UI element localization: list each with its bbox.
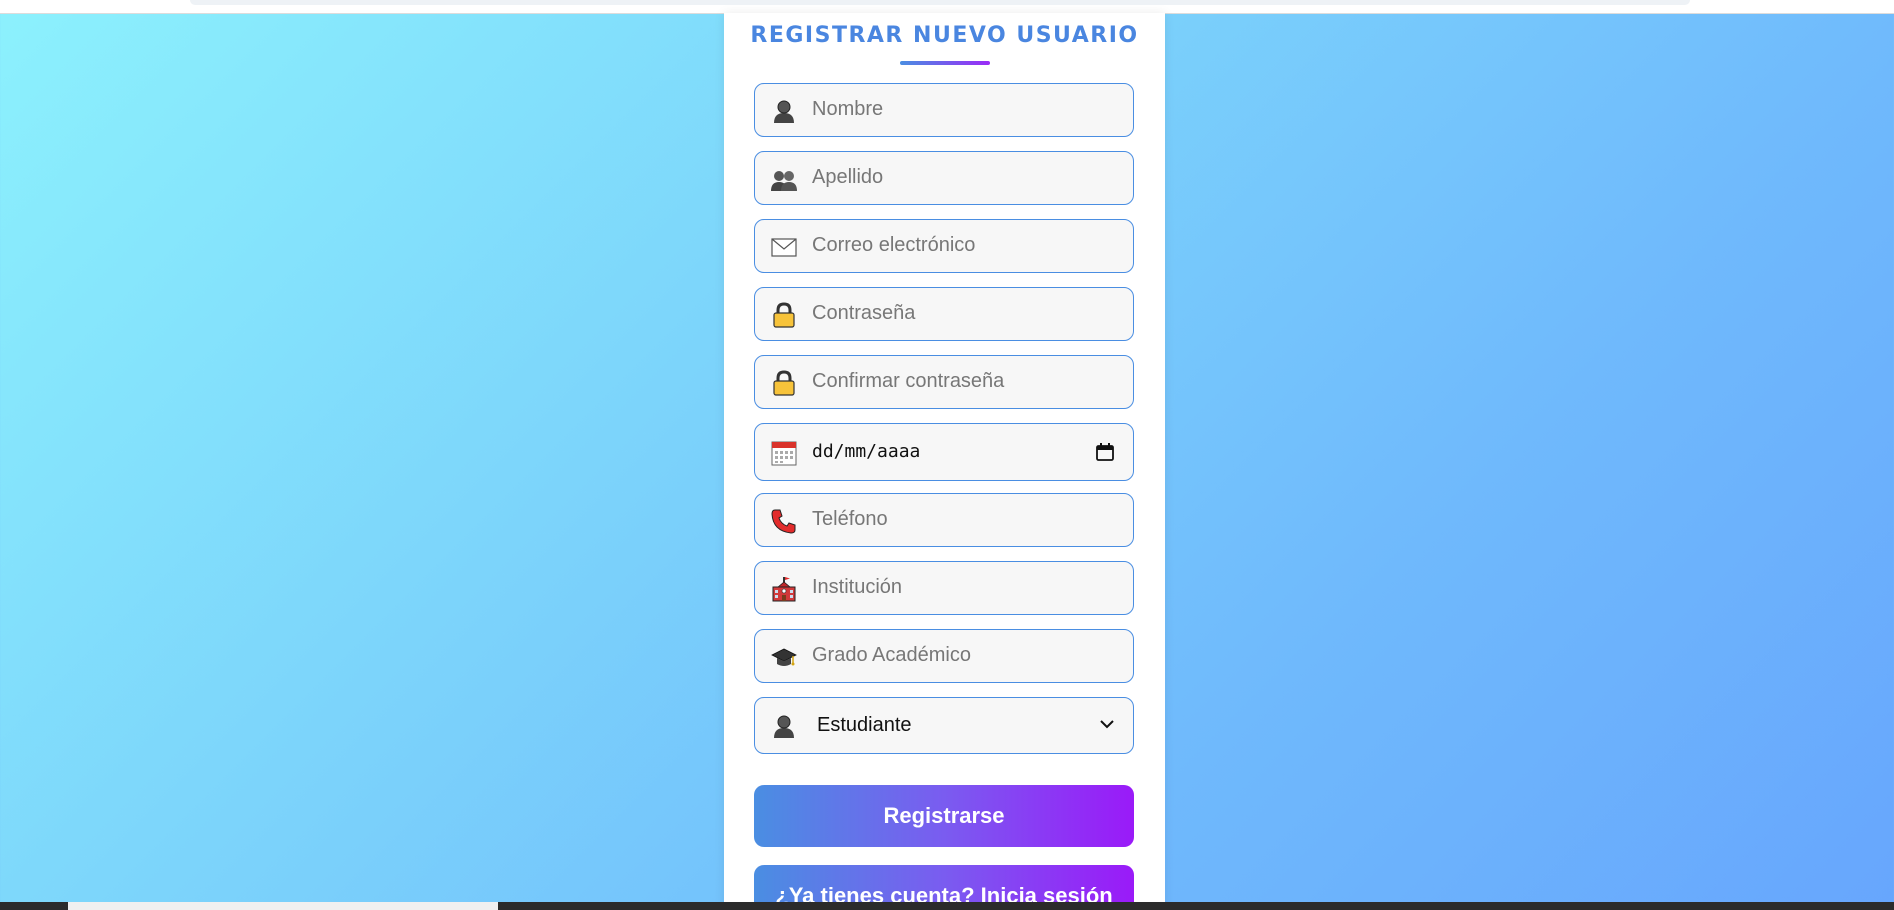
nombre-placeholder: Nombre xyxy=(812,98,884,120)
grado-placeholder: Grado Académico xyxy=(812,644,971,666)
form-title: REGISTRAR NUEVO USUARIO xyxy=(750,23,1139,48)
rol-selected-value: Estudiante xyxy=(817,714,912,736)
correo-placeholder: Correo electrónico xyxy=(812,234,976,256)
grado-academico-field[interactable]: Grado Académico xyxy=(754,629,1134,683)
graduation-cap-icon xyxy=(771,644,797,670)
rol-select[interactable]: Estudiante xyxy=(754,697,1134,754)
telefono-placeholder: Teléfono xyxy=(812,508,888,530)
phone-icon xyxy=(771,508,797,534)
fecha-placeholder: dd/mm/aaaa xyxy=(812,441,921,462)
calendar-icon xyxy=(771,440,797,466)
envelope-icon xyxy=(771,234,797,260)
correo-field[interactable]: Correo electrónico xyxy=(754,219,1134,273)
telefono-field[interactable]: Teléfono xyxy=(754,493,1134,547)
fecha-nacimiento-field[interactable]: dd/mm/aaaa xyxy=(754,423,1134,481)
confirmar-contrasena-field[interactable]: Confirmar contraseña xyxy=(754,355,1134,409)
contrasena-field[interactable]: Contraseña xyxy=(754,287,1134,341)
browser-top-strip xyxy=(0,0,1894,14)
people-icon xyxy=(771,166,797,192)
title-underline xyxy=(900,61,990,65)
contrasena-placeholder: Contraseña xyxy=(812,302,916,324)
register-card: REGISTRAR NUEVO USUARIO Nombre Apellido … xyxy=(724,13,1165,910)
apellido-placeholder: Apellido xyxy=(812,166,884,188)
lock-icon xyxy=(771,370,797,396)
apellido-field[interactable]: Apellido xyxy=(754,151,1134,205)
school-icon xyxy=(771,576,797,602)
institucion-field[interactable]: Institución xyxy=(754,561,1134,615)
calendar-picker-icon[interactable] xyxy=(1095,442,1115,462)
register-button[interactable]: Registrarse xyxy=(754,785,1134,847)
browser-top-bar xyxy=(190,0,1690,5)
confirmar-placeholder: Confirmar contraseña xyxy=(812,370,1005,392)
nombre-field[interactable]: Nombre xyxy=(754,83,1134,137)
taskbar-tab[interactable] xyxy=(68,902,498,910)
institucion-placeholder: Institución xyxy=(812,576,903,598)
lock-icon xyxy=(771,302,797,328)
person-icon xyxy=(771,713,797,739)
person-icon xyxy=(771,98,797,124)
chevron-down-icon xyxy=(1099,716,1115,732)
